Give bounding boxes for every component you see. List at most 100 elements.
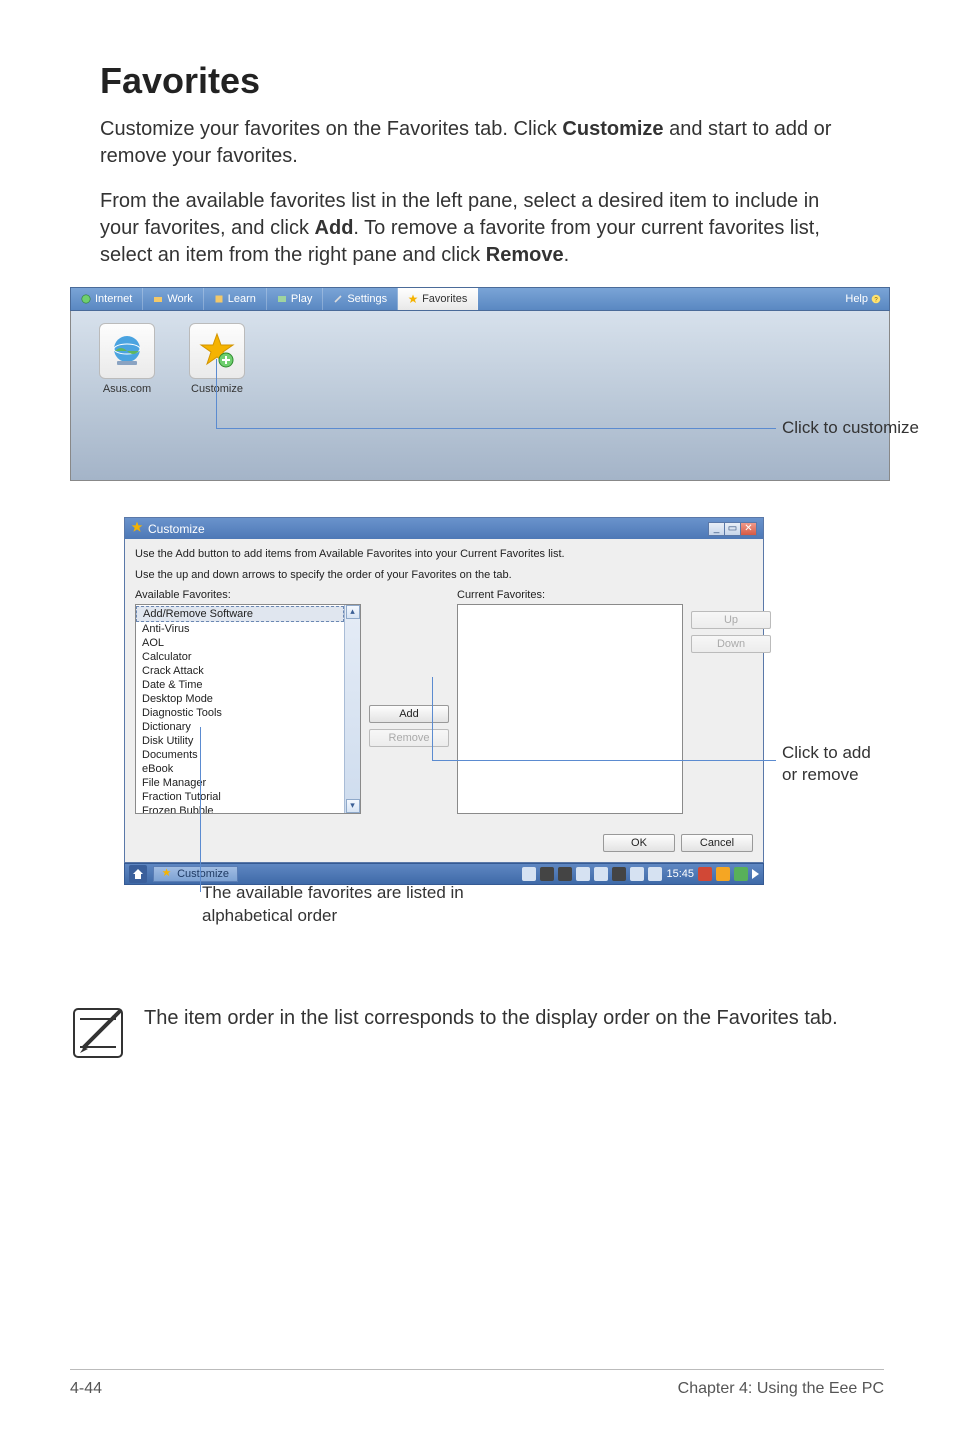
home-icon[interactable]	[129, 865, 147, 883]
window-buttons: _ ▭ ✕	[709, 522, 757, 536]
tray-icon[interactable]	[594, 867, 608, 881]
tab-play[interactable]: Play	[267, 288, 323, 310]
tray-icon[interactable]	[698, 867, 712, 881]
note-block: The item order in the list corresponds t…	[70, 1005, 854, 1061]
customize-bold: Customize	[562, 118, 663, 140]
tab-label: Play	[291, 293, 312, 305]
page-footer: 4-44 Chapter 4: Using the Eee PC	[70, 1369, 884, 1398]
text: Customize your favorites on the Favorite…	[100, 118, 562, 140]
note-text: The item order in the list corresponds t…	[144, 1005, 838, 1032]
star-icon	[408, 294, 418, 304]
icon-label: Asus.com	[91, 383, 163, 395]
asus-globe-icon	[99, 323, 155, 379]
down-button[interactable]: Down	[691, 635, 771, 653]
list-item[interactable]: Add/Remove Software	[136, 606, 344, 622]
tray-icon[interactable]	[734, 867, 748, 881]
tab-label: Settings	[347, 293, 387, 305]
list-item[interactable]: Documents	[136, 748, 344, 762]
callout-line	[200, 727, 201, 892]
intro-para-2: From the available favorites list in the…	[100, 188, 854, 269]
cancel-button[interactable]: Cancel	[681, 834, 753, 852]
list-item[interactable]: Date & Time	[136, 678, 344, 692]
tray-icon[interactable]	[648, 867, 662, 881]
callout-line	[432, 677, 776, 761]
tray-icon[interactable]	[716, 867, 730, 881]
keyboard-icon[interactable]	[630, 867, 644, 881]
note-icon	[70, 1005, 126, 1061]
list-item[interactable]: Anti-Virus	[136, 622, 344, 636]
current-label: Current Favorites:	[457, 589, 683, 601]
wrench-icon	[333, 294, 343, 304]
list-item[interactable]: Crack Attack	[136, 664, 344, 678]
up-button[interactable]: Up	[691, 611, 771, 629]
star-icon	[162, 868, 174, 880]
available-listbox[interactable]: Add/Remove Software Anti-Virus AOL Calcu…	[135, 604, 361, 814]
book-icon	[214, 294, 224, 304]
tray-icon[interactable]	[558, 867, 572, 881]
tab-label: Internet	[95, 293, 132, 305]
ok-button[interactable]: OK	[603, 834, 675, 852]
available-list: Add/Remove Software Anti-Virus AOL Calcu…	[136, 605, 344, 814]
tray-clock: 15:45	[666, 868, 694, 880]
help-icon: ?	[871, 294, 881, 304]
volume-icon[interactable]	[612, 867, 626, 881]
tray-icon[interactable]	[522, 867, 536, 881]
list-item[interactable]: File Manager	[136, 776, 344, 790]
tab-favorites[interactable]: Favorites	[398, 288, 478, 310]
tray-icon[interactable]	[540, 867, 554, 881]
list-item[interactable]: Fraction Tutorial	[136, 790, 344, 804]
list-item[interactable]: Diagnostic Tools	[136, 706, 344, 720]
page-number: 4-44	[70, 1380, 102, 1398]
remove-bold: Remove	[486, 244, 564, 266]
screenshot-area: Internet Work Learn Play	[70, 287, 890, 885]
dialog-title: Customize	[148, 522, 205, 536]
list-item[interactable]: Calculator	[136, 650, 344, 664]
add-bold: Add	[315, 217, 354, 239]
taskbar-app-button[interactable]: Customize	[153, 866, 238, 882]
maximize-button[interactable]: ▭	[724, 522, 741, 536]
tab-internet[interactable]: Internet	[71, 288, 143, 310]
minimize-button[interactable]: _	[708, 522, 725, 536]
globe-icon	[81, 294, 91, 304]
callout-alpha-label: The available favorites are listed in al…	[202, 882, 552, 928]
taskbar-left: Customize	[129, 865, 238, 883]
tab-learn[interactable]: Learn	[204, 288, 267, 310]
scroll-down-icon[interactable]: ▾	[346, 799, 360, 813]
tab-label: Learn	[228, 293, 256, 305]
taskbar-app-label: Customize	[177, 868, 229, 880]
main-tab-bar: Internet Work Learn Play	[70, 287, 890, 311]
list-item[interactable]: Dictionary	[136, 720, 344, 734]
dialog-instruction-1: Use the Add button to add items from Ava…	[135, 547, 753, 562]
dialog-footer: OK Cancel	[125, 824, 763, 862]
list-item[interactable]: eBook	[136, 762, 344, 776]
play-icon	[277, 294, 287, 304]
list-item[interactable]: Disk Utility	[136, 734, 344, 748]
folder-icon	[153, 294, 163, 304]
list-item[interactable]: Frozen Bubble	[136, 804, 344, 814]
close-button[interactable]: ✕	[740, 522, 757, 536]
available-label: Available Favorites:	[135, 589, 361, 601]
tab-label: Help	[845, 293, 868, 305]
scroll-up-icon[interactable]: ▴	[346, 605, 360, 619]
system-tray: 15:45	[522, 867, 759, 881]
tab-help[interactable]: Help ?	[837, 288, 889, 310]
intro-para-1: Customize your favorites on the Favorite…	[100, 116, 854, 170]
list-item[interactable]: AOL	[136, 636, 344, 650]
scrollbar[interactable]: ▴ ▾	[344, 605, 360, 813]
tab-settings[interactable]: Settings	[323, 288, 398, 310]
dialog-instruction-2: Use the up and down arrows to specify th…	[135, 568, 753, 583]
list-item[interactable]: Desktop Mode	[136, 692, 344, 706]
callout-add-remove-label: Click to add or remove	[782, 742, 890, 786]
page-heading: Favorites	[100, 60, 854, 102]
tab-spacer	[478, 288, 837, 310]
star-icon	[131, 521, 143, 536]
desktop-icon-asus[interactable]: Asus.com	[91, 323, 163, 395]
chevron-right-icon[interactable]	[752, 869, 759, 879]
dialog-titlebar: Customize _ ▭ ✕	[125, 518, 763, 539]
tab-label: Work	[167, 293, 192, 305]
available-col: Available Favorites: Add/Remove Software…	[135, 589, 361, 814]
tray-icon[interactable]	[576, 867, 590, 881]
tab-work[interactable]: Work	[143, 288, 203, 310]
tab-label: Favorites	[422, 293, 467, 305]
callout-customize-label: Click to customize	[782, 418, 919, 438]
